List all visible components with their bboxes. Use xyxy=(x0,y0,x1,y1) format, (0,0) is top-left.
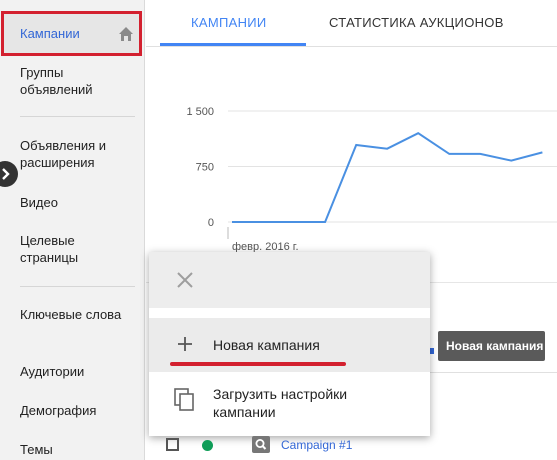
active-tab-indicator xyxy=(160,43,306,46)
tooltip: Новая кампания xyxy=(438,331,545,361)
highlight-underline xyxy=(170,362,346,366)
upload-settings-label: Загрузить настройки кампании xyxy=(213,386,348,420)
row-checkbox[interactable] xyxy=(166,438,179,451)
sidebar-item-ad-groups[interactable]: Группы объявлений xyxy=(20,64,135,98)
tab-bar: КАМПАНИИ СТАТИСТИКА АУКЦИОНОВ xyxy=(146,0,557,47)
chart-grid xyxy=(228,110,557,223)
sidebar-item-topics[interactable]: Темы xyxy=(20,441,135,458)
status-dot xyxy=(202,440,213,451)
home-icon xyxy=(119,27,133,41)
sidebar-divider xyxy=(20,286,135,287)
add-campaign-menu: Новая кампания Загрузить настройки кампа… xyxy=(149,252,430,436)
sidebar-item-audiences[interactable]: Аудитории xyxy=(20,363,135,380)
sidebar-item-ads-extensions[interactable]: Объявления и расширения xyxy=(20,137,135,171)
sidebar-item-keywords[interactable]: Ключевые слова xyxy=(20,306,135,323)
y-tick-label: 1 500 xyxy=(186,106,214,118)
search-icon[interactable] xyxy=(252,436,270,453)
sidebar-item-label: Кампании xyxy=(20,26,80,41)
y-tick-label: 0 xyxy=(208,217,214,229)
plus-icon xyxy=(178,337,192,351)
y-tick-label: 750 xyxy=(196,162,214,174)
campaign-link[interactable]: Campaign #1 xyxy=(281,438,352,452)
sidebar-item-landing-pages[interactable]: Целевые страницы xyxy=(20,232,135,266)
tab-auction-insights[interactable]: СТАТИСТИКА АУКЦИОНОВ xyxy=(329,15,504,30)
menu-header xyxy=(149,252,430,308)
upload-settings-option[interactable]: Загрузить настройки кампании xyxy=(149,374,430,436)
tab-campaigns[interactable]: КАМПАНИИ xyxy=(191,15,267,30)
performance-chart: 07501 500 февр. 2016 г. xyxy=(186,106,557,253)
chart-series-line xyxy=(232,132,543,223)
sidebar: Кампании Группы объявлений Объявления и … xyxy=(0,0,145,460)
close-icon[interactable] xyxy=(176,271,194,289)
copy-icon xyxy=(174,388,194,411)
new-campaign-label: Новая кампания xyxy=(213,337,320,353)
y-axis-ticks: 0 750 1 500 xyxy=(186,106,214,229)
sidebar-item-video[interactable]: Видео xyxy=(20,194,135,211)
sidebar-item-campaigns[interactable]: Кампании xyxy=(1,11,142,56)
table-row-divider xyxy=(430,372,557,373)
chevron-right-icon xyxy=(2,168,10,180)
sidebar-divider xyxy=(20,116,135,117)
sidebar-item-demographics[interactable]: Демография xyxy=(20,402,135,419)
